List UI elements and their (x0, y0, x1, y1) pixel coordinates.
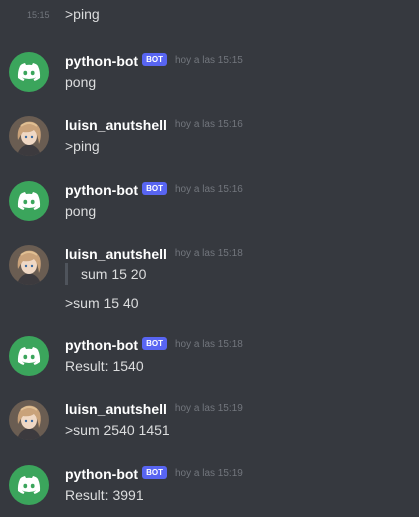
message-content: >sum 15 40 (65, 295, 139, 311)
username[interactable]: python-bot (65, 337, 138, 353)
message-header: python-bot BOT hoy a las 15:18 (65, 336, 243, 356)
message-header: python-bot BOT hoy a las 15:16 (65, 181, 243, 201)
avatar[interactable] (9, 465, 49, 505)
message-header: luisn_anutshell hoy a las 15:18 (65, 245, 243, 265)
message-content: >sum 2540 1451 (65, 422, 170, 438)
message-header: luisn_anutshell hoy a las 15:16 (65, 116, 243, 136)
username[interactable]: luisn_anutshell (65, 117, 167, 133)
message-timestamp: hoy a las 15:19 (174, 403, 243, 415)
discord-logo-icon (17, 347, 41, 365)
message-header: python-bot BOT hoy a las 15:15 (65, 52, 243, 72)
message-content: pong (65, 203, 97, 219)
message-timestamp: 15:15 (27, 10, 50, 20)
username[interactable]: luisn_anutshell (65, 246, 167, 262)
message-timestamp: hoy a las 15:18 (174, 248, 243, 260)
avatar[interactable] (9, 181, 49, 221)
anime-avatar (9, 400, 49, 440)
bot-badge: BOT (142, 466, 167, 480)
username[interactable]: python-bot (65, 53, 138, 69)
discord-logo-icon (17, 63, 41, 81)
message-content: pong (65, 74, 97, 90)
message-timestamp: hoy a las 15:16 (174, 119, 243, 131)
username[interactable]: luisn_anutshell (65, 401, 167, 417)
message-timestamp: hoy a las 15:19 (174, 468, 243, 480)
message-header: python-bot BOT hoy a las 15:19 (65, 465, 243, 485)
bot-badge: BOT (142, 182, 167, 196)
username[interactable]: python-bot (65, 182, 138, 198)
chat-message-list: 15:15 >ping python-bot BOT hoy a las 15:15… (0, 0, 419, 517)
avatar[interactable] (9, 336, 49, 376)
message-content: >ping (65, 6, 100, 22)
continuation-message: 15:15 >ping (0, 6, 419, 28)
message-timestamp: hoy a las 15:18 (174, 339, 243, 351)
message-header: luisn_anutshell hoy a las 15:19 (65, 400, 243, 420)
avatar[interactable] (9, 245, 49, 285)
anime-avatar (9, 245, 49, 285)
block-quote: sum 15 20 (65, 263, 146, 285)
message-content: >ping (65, 138, 100, 154)
message-content: Result: 3991 (65, 487, 144, 503)
avatar[interactable] (9, 52, 49, 92)
avatar[interactable] (9, 116, 49, 156)
message-content: Result: 1540 (65, 358, 144, 374)
anime-avatar (9, 116, 49, 156)
username[interactable]: python-bot (65, 466, 138, 482)
message-timestamp: hoy a las 15:15 (174, 55, 243, 67)
discord-logo-icon (17, 476, 41, 494)
bot-badge: BOT (142, 337, 167, 351)
discord-logo-icon (17, 192, 41, 210)
bot-badge: BOT (142, 53, 167, 67)
message-timestamp: hoy a las 15:16 (174, 184, 243, 196)
avatar[interactable] (9, 400, 49, 440)
